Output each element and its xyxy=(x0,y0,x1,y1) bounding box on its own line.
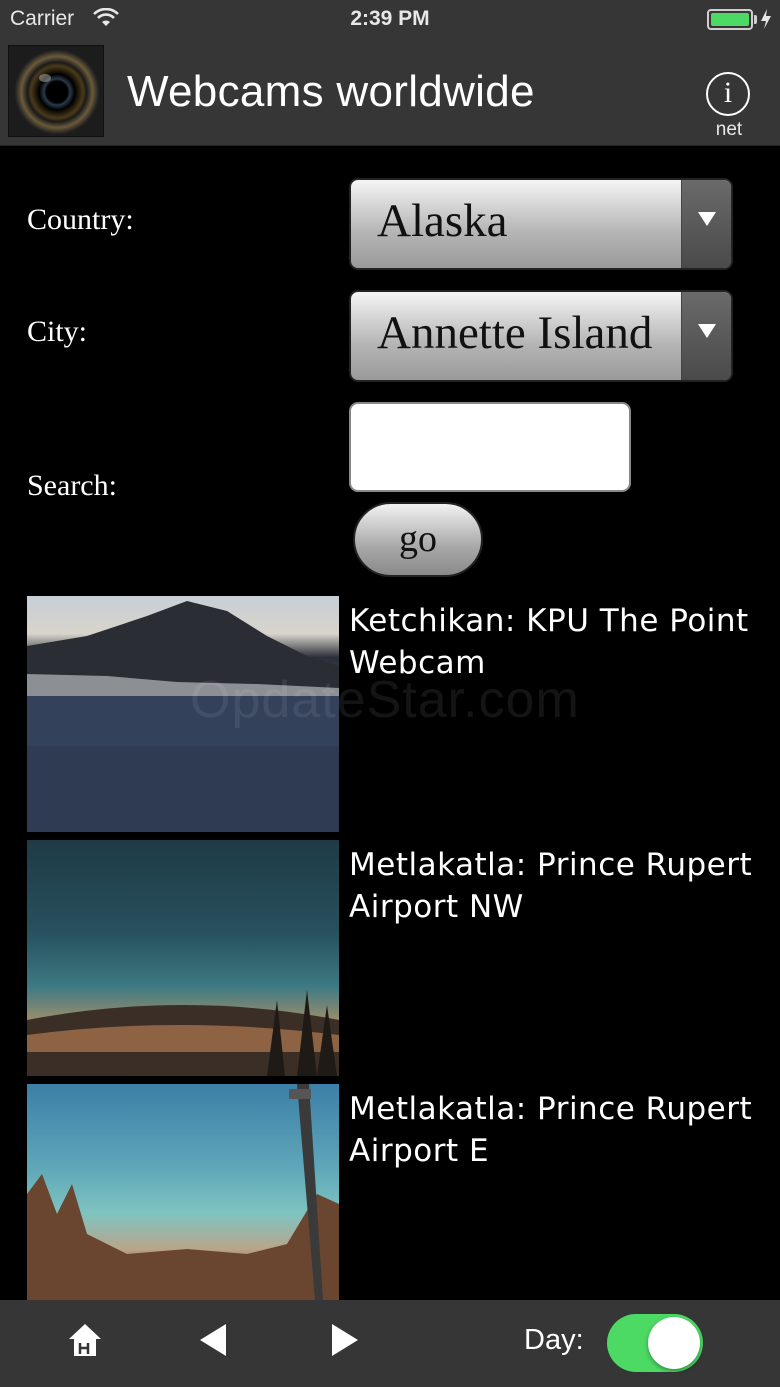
country-dropdown-toggle[interactable] xyxy=(681,180,731,268)
country-label: Country: xyxy=(27,203,134,236)
status-time: 2:39 PM xyxy=(350,7,430,30)
net-label[interactable]: net xyxy=(700,119,758,141)
home-icon[interactable] xyxy=(66,1321,104,1359)
go-button[interactable]: go xyxy=(353,502,483,577)
airport-sky-image xyxy=(27,990,339,1076)
webcam-list-item[interactable]: Metlakatla: Prince Rupert Airport NW xyxy=(0,840,780,1076)
bottom-toolbar: Day: xyxy=(0,1300,780,1387)
watermark: OpdateStar.com xyxy=(190,671,580,729)
back-arrow-icon[interactable] xyxy=(196,1322,230,1358)
status-bar: Carrier 2:39 PM xyxy=(0,0,780,40)
search-label: Search: xyxy=(27,469,117,502)
city-select[interactable]: Annette Island xyxy=(349,290,733,382)
search-input[interactable] xyxy=(349,402,631,492)
forward-arrow-icon[interactable] xyxy=(328,1322,362,1358)
day-toggle[interactable] xyxy=(607,1314,703,1372)
webcam-title[interactable]: Metlakatla: Prince Rupert Airport NW xyxy=(349,844,774,928)
webcam-thumbnail[interactable] xyxy=(27,1084,339,1320)
chevron-down-icon xyxy=(698,212,716,226)
battery-icon xyxy=(707,9,753,30)
country-select[interactable]: Alaska xyxy=(349,178,733,270)
chevron-down-icon xyxy=(698,324,716,338)
city-select-value: Annette Island xyxy=(377,307,653,359)
camera-lens-icon xyxy=(8,45,104,137)
toggle-knob[interactable] xyxy=(648,1317,700,1369)
webcam-thumbnail[interactable] xyxy=(27,840,339,1076)
city-label: City: xyxy=(27,315,88,348)
app-title: Webcams worldwide xyxy=(127,67,535,116)
info-button[interactable]: i xyxy=(706,72,750,116)
day-label: Day: xyxy=(524,1324,584,1356)
battery-tip xyxy=(754,15,757,24)
country-select-value: Alaska xyxy=(377,195,508,247)
webcam-title[interactable]: Metlakatla: Prince Rupert Airport E xyxy=(349,1088,774,1172)
airport-east-image xyxy=(27,1084,339,1300)
webcam-list-item[interactable]: Metlakatla: Prince Rupert Airport E xyxy=(0,1084,780,1320)
city-dropdown-toggle[interactable] xyxy=(681,292,731,380)
app-header: Webcams worldwide i net xyxy=(0,40,780,146)
charging-bolt-icon xyxy=(761,9,771,29)
